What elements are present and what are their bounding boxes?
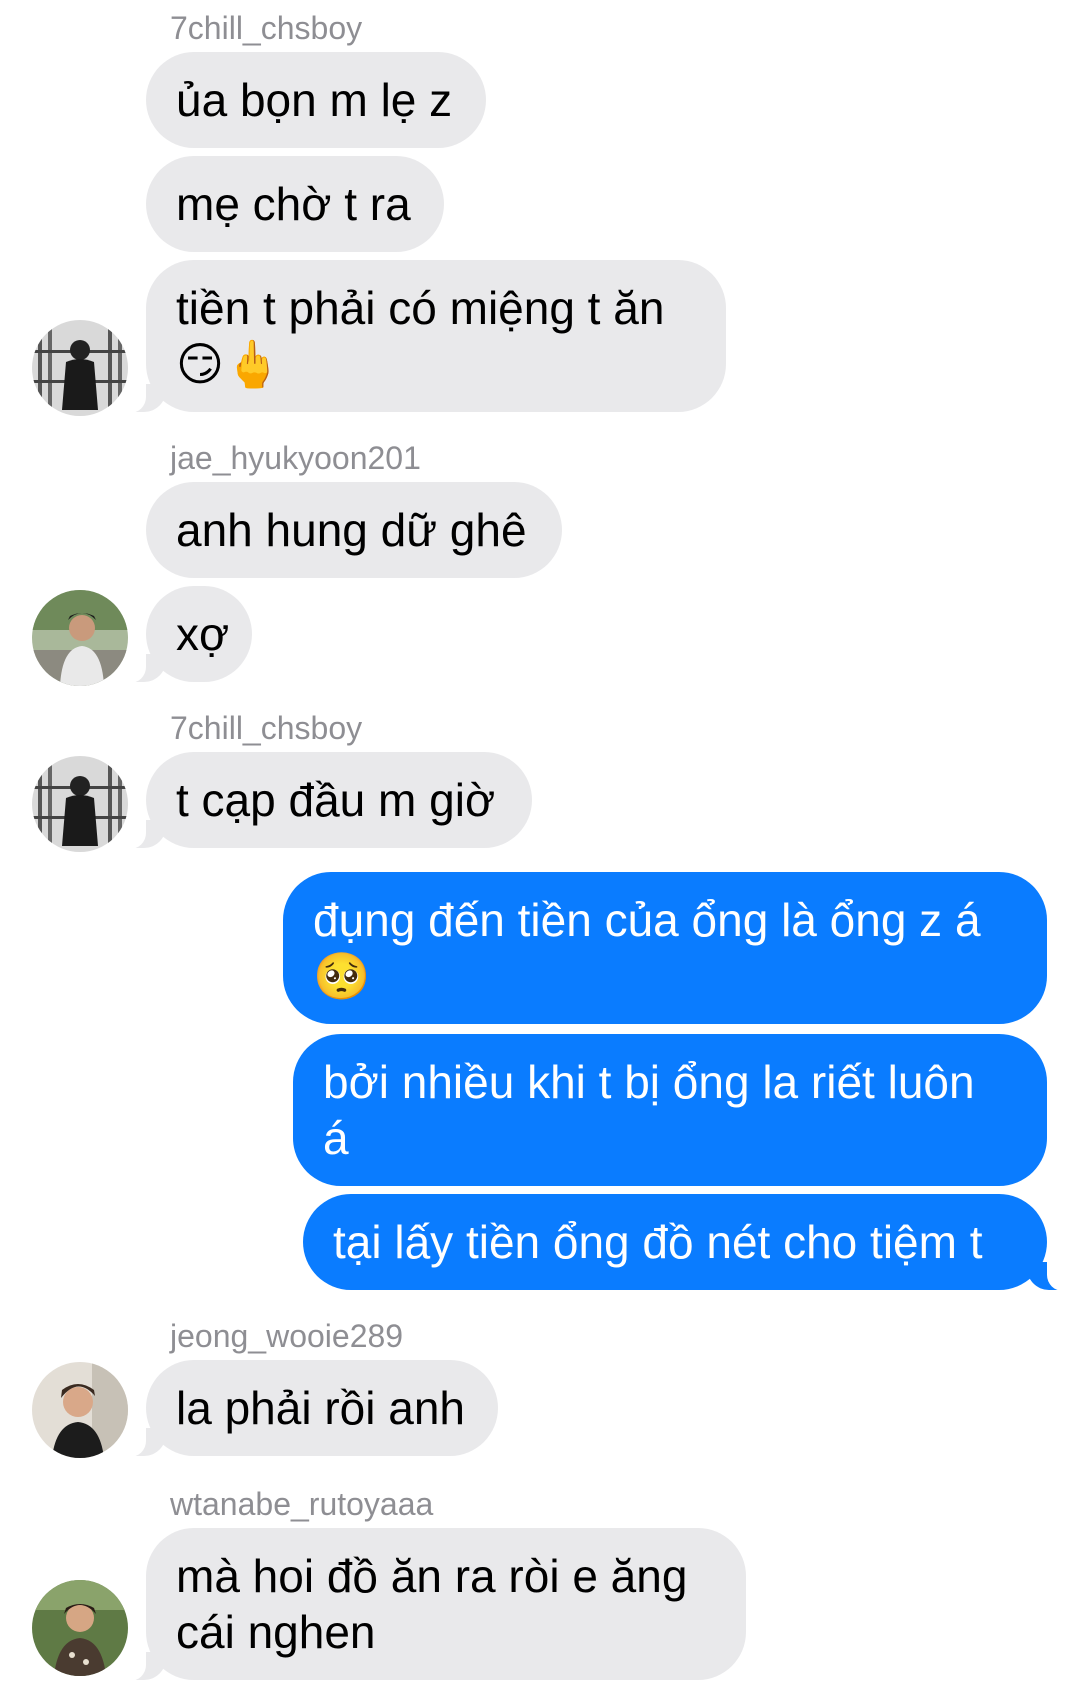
message-bubble-outgoing[interactable]: đụng đến tiền của ổng là ổng z á 🥺 xyxy=(283,872,1047,1024)
avatar[interactable] xyxy=(32,320,128,416)
message-text: bởi nhiều khi t bị ổng la riết luôn xyxy=(323,1056,975,1108)
message-bubble[interactable]: tiền t phải có miệng t ăn 😏🖕 xyxy=(122,260,726,413)
avatar[interactable] xyxy=(32,590,128,686)
sender-name: 7chill_chsboy xyxy=(170,710,363,746)
message-bubble-outgoing[interactable]: tại lấy tiền ổng đồ nét cho tiệm t xyxy=(303,1194,1071,1291)
avatar[interactable] xyxy=(32,1362,128,1458)
avatar[interactable] xyxy=(32,756,128,852)
message-text: tiền t phải có miệng t ăn xyxy=(176,282,665,334)
message-text: xợ xyxy=(176,608,230,660)
message-text: mà hoi đồ ăn ra ròi e ăng xyxy=(176,1550,688,1602)
avatar-photo-icon xyxy=(32,320,128,416)
message-text: ủa bọn m lẹ z xyxy=(176,74,453,126)
message-bubble[interactable]: mà hoi đồ ăn ra ròi e ăng cái nghen xyxy=(122,1528,746,1681)
avatar-photo-icon xyxy=(32,590,128,686)
message-text-line2: á xyxy=(323,1112,349,1164)
message-bubble[interactable]: t cạp đầu m giờ xyxy=(122,752,532,849)
sender-name: wtanabe_rutoyaaa xyxy=(170,1486,434,1522)
message-text-line2: cái nghen xyxy=(176,1606,376,1658)
message-bubble[interactable]: ủa bọn m lẹ z xyxy=(146,52,486,148)
message-text: mẹ chờ t ra xyxy=(176,178,411,230)
emoji-text: 😏🖕 xyxy=(176,338,282,390)
avatar[interactable] xyxy=(32,1580,128,1676)
emoji-text: 🥺 xyxy=(313,950,371,1002)
message-text: t cạp đầu m giờ xyxy=(176,774,496,826)
message-text: đụng đến tiền của ổng là ổng z á xyxy=(313,894,981,946)
message-bubble[interactable]: mẹ chờ t ra xyxy=(146,156,444,252)
message-text: anh hung dữ ghê xyxy=(176,504,527,556)
avatar-photo-icon xyxy=(32,756,128,852)
message-bubble[interactable]: la phải rồi anh xyxy=(122,1360,498,1457)
avatar-photo-icon xyxy=(32,1362,128,1458)
sender-name: jeong_wooie289 xyxy=(170,1318,404,1354)
message-bubble-outgoing[interactable]: bởi nhiều khi t bị ổng la riết luôn á xyxy=(293,1034,1047,1186)
sender-name: jae_hyukyoon201 xyxy=(170,440,421,476)
sender-name: 7chill_chsboy xyxy=(170,10,363,46)
message-text: la phải rồi anh xyxy=(176,1382,465,1434)
message-bubble[interactable]: xợ xyxy=(122,586,252,683)
avatar-photo-icon xyxy=(32,1580,128,1676)
message-bubble[interactable]: anh hung dữ ghê xyxy=(146,482,562,578)
message-text: tại lấy tiền ổng đồ nét cho tiệm t xyxy=(333,1216,983,1268)
